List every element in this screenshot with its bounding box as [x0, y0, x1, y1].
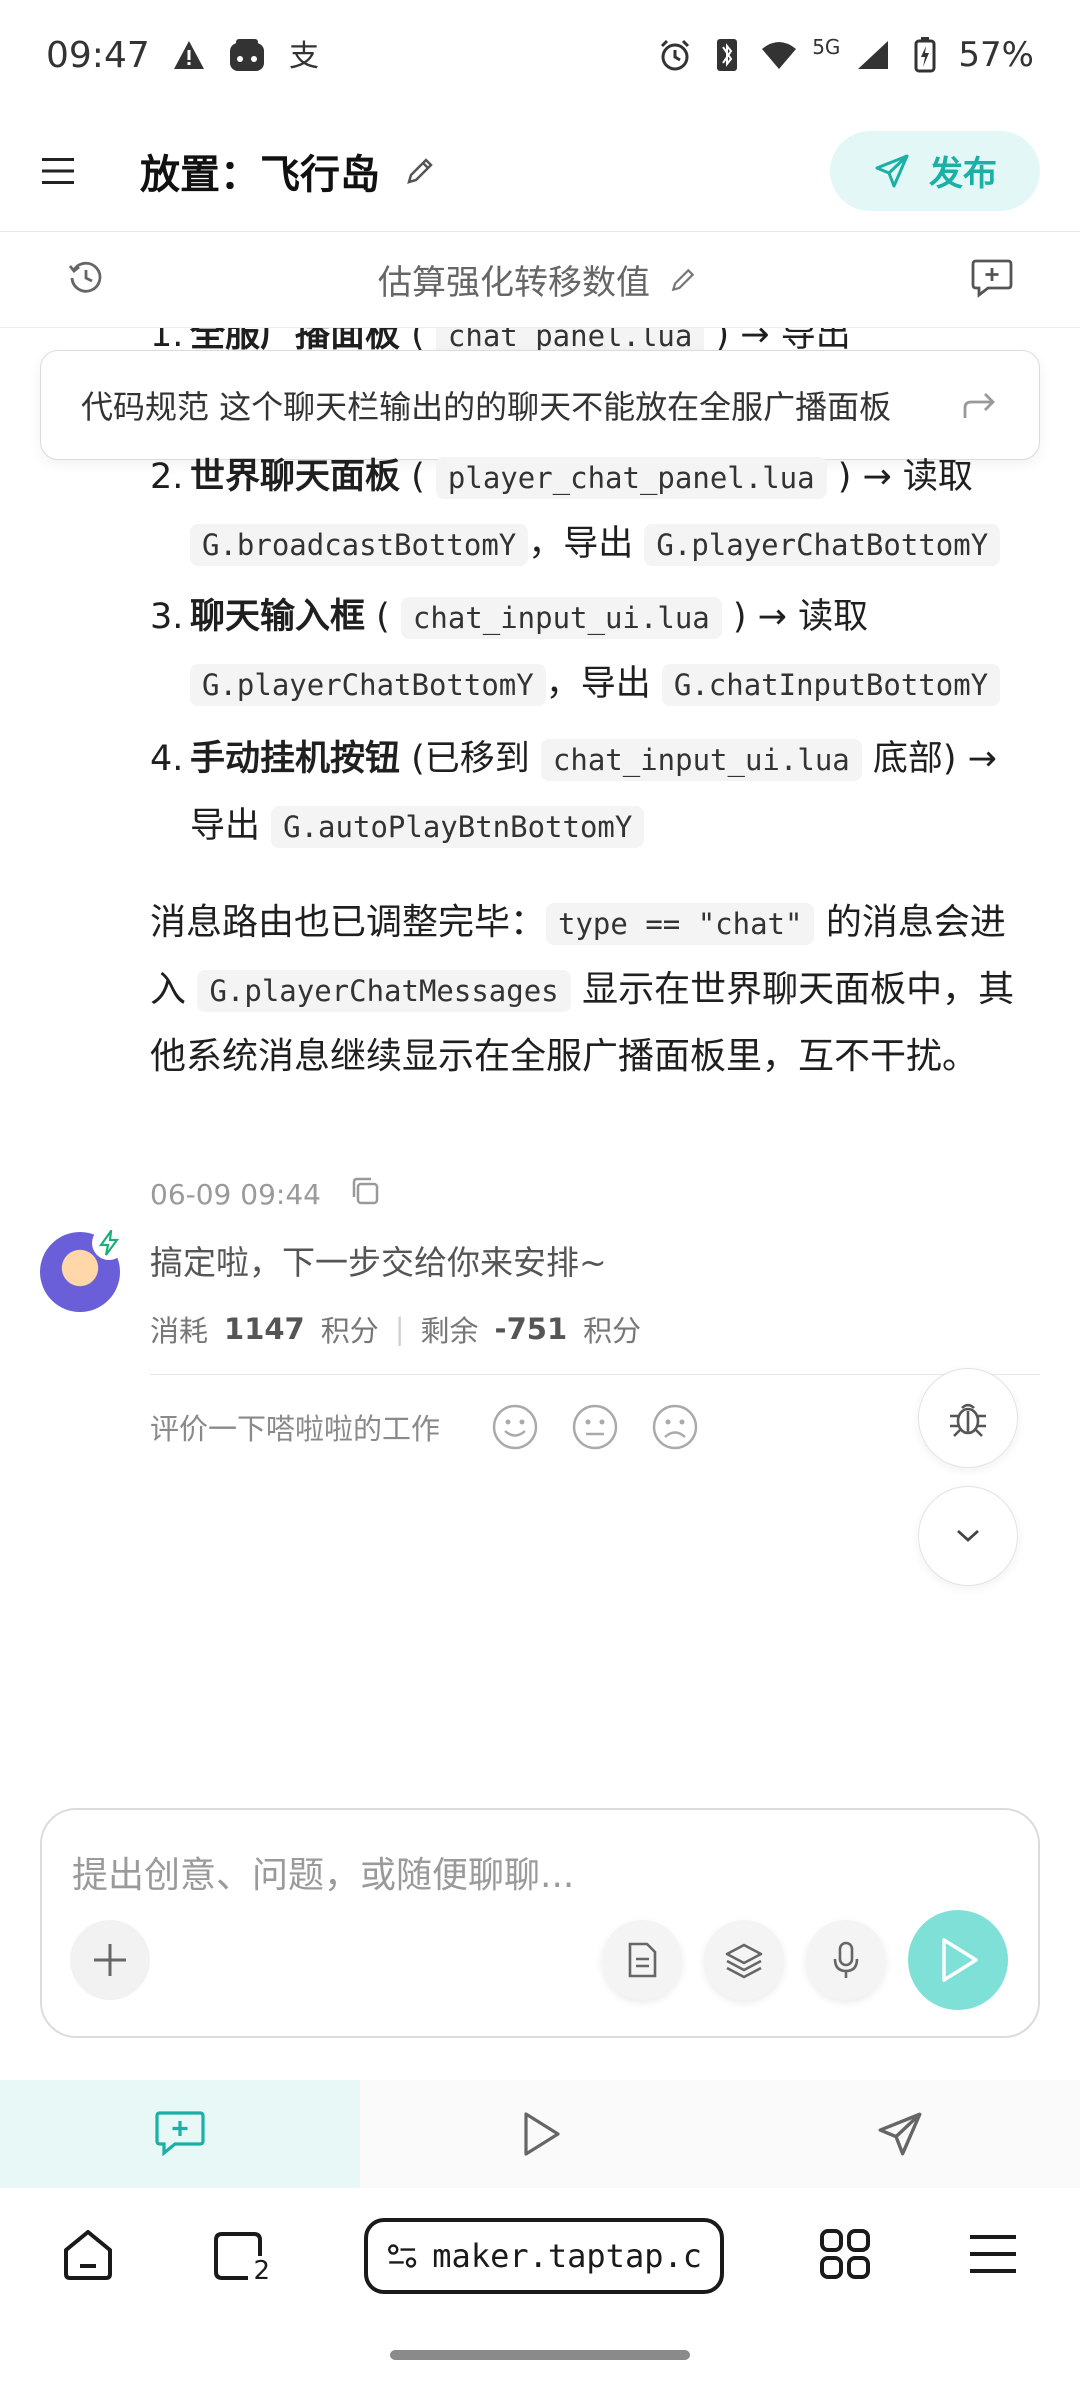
inline-code: chat_input_ui.lua: [400, 597, 722, 639]
browser-toolbar: 2 maker.taptap.c: [0, 2188, 1080, 2324]
points-usage: 消耗 1147 积分 | 剩余 -751 积分: [150, 1312, 642, 1348]
app-header: 放置：飞行岛 发布: [0, 110, 1080, 232]
list-item: 3. 聊天输入框 ( chat_input_ui.lua ) → 读取 G.pl…: [150, 584, 1040, 718]
message-timestamp: 06-09 09:44: [150, 1178, 321, 1211]
conversation-bar: 估算强化转移数值: [0, 232, 1080, 328]
layers-button[interactable]: [704, 1920, 784, 2000]
play-icon: [524, 2112, 560, 2156]
inline-code: G.playerChatMessages: [197, 970, 571, 1012]
tab-publish[interactable]: [720, 2080, 1080, 2188]
site-settings-icon: [388, 2244, 417, 2268]
chevron-down-icon: [957, 1529, 979, 1542]
hamburger-icon: [970, 2235, 1016, 2273]
pencil-icon: [671, 268, 695, 291]
chat-input[interactable]: 提出创意、问题，或随便聊聊...: [72, 1846, 574, 1898]
add-attachment-button[interactable]: [70, 1920, 150, 2000]
chat-content[interactable]: 1. 全服广播面板 ( chat_panel.lua ) → 导出 代码规范 这…: [0, 328, 1080, 1798]
list-item: 4. 手动挂机按钮 (已移到 chat_input_ui.lua 底部) → 导…: [150, 739, 997, 848]
jump-to-icon[interactable]: [959, 388, 999, 422]
points-remaining-value: -751: [494, 1312, 568, 1346]
tab-run[interactable]: [360, 2080, 720, 2188]
gesture-home-indicator[interactable]: [390, 2350, 690, 2360]
alarm-icon: [656, 36, 694, 74]
browser-home-button[interactable]: [60, 2226, 116, 2286]
assistant-reply: 搞定啦，下一步交给你来安排~: [150, 1243, 607, 1282]
network-type: 5G: [812, 35, 841, 59]
grid-icon: [820, 2229, 870, 2279]
address-bar[interactable]: maker.taptap.c: [364, 2218, 724, 2294]
history-button[interactable]: [66, 258, 106, 302]
inline-code: G.autoPlayBtnBottomY: [271, 806, 645, 848]
rating-prompt: 评价一下嗒啦啦的工作: [150, 1412, 441, 1446]
apps-grid-button[interactable]: [818, 2227, 872, 2285]
message-meta: 06-09 09:44: [150, 1175, 381, 1214]
bluetooth-icon: [708, 36, 746, 74]
rating-row: 评价一下嗒啦啦的工作: [150, 1400, 702, 1454]
inline-code: G.chatInputBottomY: [661, 664, 1001, 706]
home-icon: [64, 2230, 112, 2280]
browser-menu-button[interactable]: [966, 2231, 1020, 2281]
new-chat-icon: [971, 259, 1013, 298]
inline-code: G.playerChatBottomY: [190, 664, 546, 706]
play-send-icon: [942, 1938, 978, 1982]
svg-text:支: 支: [289, 39, 319, 72]
warning-icon: [170, 36, 208, 74]
scroll-down-button[interactable]: [918, 1486, 1018, 1586]
battery-level: 57%: [958, 35, 1034, 75]
browser-tabs-button[interactable]: 2: [210, 2226, 270, 2286]
document-button[interactable]: [602, 1920, 682, 2000]
plus-icon: [94, 1944, 126, 1976]
separator: |: [394, 1312, 405, 1346]
tab-count: 2: [253, 2256, 270, 2286]
new-chat-button[interactable]: [970, 257, 1014, 303]
bug-icon: [950, 1403, 986, 1437]
game-app-icon: [228, 36, 266, 74]
url-text: maker.taptap.c: [432, 2237, 702, 2275]
publish-button[interactable]: 发布: [830, 130, 1040, 211]
edit-title-button[interactable]: [398, 149, 442, 193]
signal-icon: [854, 36, 892, 74]
send-icon: [878, 2112, 922, 2156]
menu-button[interactable]: [40, 131, 120, 211]
send-icon: [875, 154, 909, 187]
bug-report-button[interactable]: [918, 1368, 1018, 1468]
status-bar: 09:47 支 5G 57%: [0, 0, 1080, 110]
inline-code: player_chat_panel.lua: [435, 457, 827, 499]
lightning-icon: [92, 1226, 126, 1260]
list-item: 2. 世界聊天面板 ( player_chat_panel.lua ) → 读取…: [150, 444, 1040, 578]
assistant-avatar: [40, 1226, 126, 1312]
send-button[interactable]: [908, 1910, 1008, 2010]
layers-icon: [725, 1943, 763, 1979]
chat-add-icon: [155, 2111, 205, 2157]
copy-button[interactable]: [349, 1175, 381, 1214]
bottom-tab-bar: [0, 2080, 1080, 2188]
battery-icon: [906, 36, 944, 74]
hamburger-icon: [42, 157, 74, 184]
inline-code: G.broadcastBottomY: [190, 524, 529, 566]
publish-label: 发布: [929, 154, 997, 194]
history-icon: [68, 261, 102, 293]
tab-chat[interactable]: [0, 2080, 360, 2188]
inline-code: chat_input_ui.lua: [540, 739, 862, 781]
divider: [150, 1374, 1040, 1375]
happy-face-icon[interactable]: [488, 1400, 542, 1454]
voice-input-button[interactable]: [806, 1920, 886, 2000]
points-cost-value: 1147: [224, 1312, 305, 1346]
copy-icon: [352, 1177, 379, 1205]
wifi-icon: [760, 36, 798, 74]
conversation-title-group[interactable]: 估算强化转移数值: [106, 255, 970, 304]
conversation-title: 估算强化转移数值: [378, 263, 650, 303]
microphone-icon: [833, 1941, 859, 1978]
alipay-icon: 支: [286, 36, 324, 74]
chat-input-box[interactable]: 提出创意、问题，或随便聊聊...: [40, 1808, 1040, 2038]
inline-code: G.playerChatBottomY: [644, 524, 1001, 566]
neutral-face-icon[interactable]: [568, 1400, 622, 1454]
message-paragraph: 消息路由也已调整完毕： type == "chat" 的消息会进入 G.playe…: [150, 902, 1015, 1077]
inline-code: type == "chat": [546, 903, 815, 945]
sad-face-icon[interactable]: [648, 1400, 702, 1454]
document-icon: [628, 1942, 657, 1978]
project-title: 放置：飞行岛: [140, 151, 380, 198]
status-time: 09:47: [46, 34, 150, 76]
pencil-icon: [407, 157, 433, 184]
